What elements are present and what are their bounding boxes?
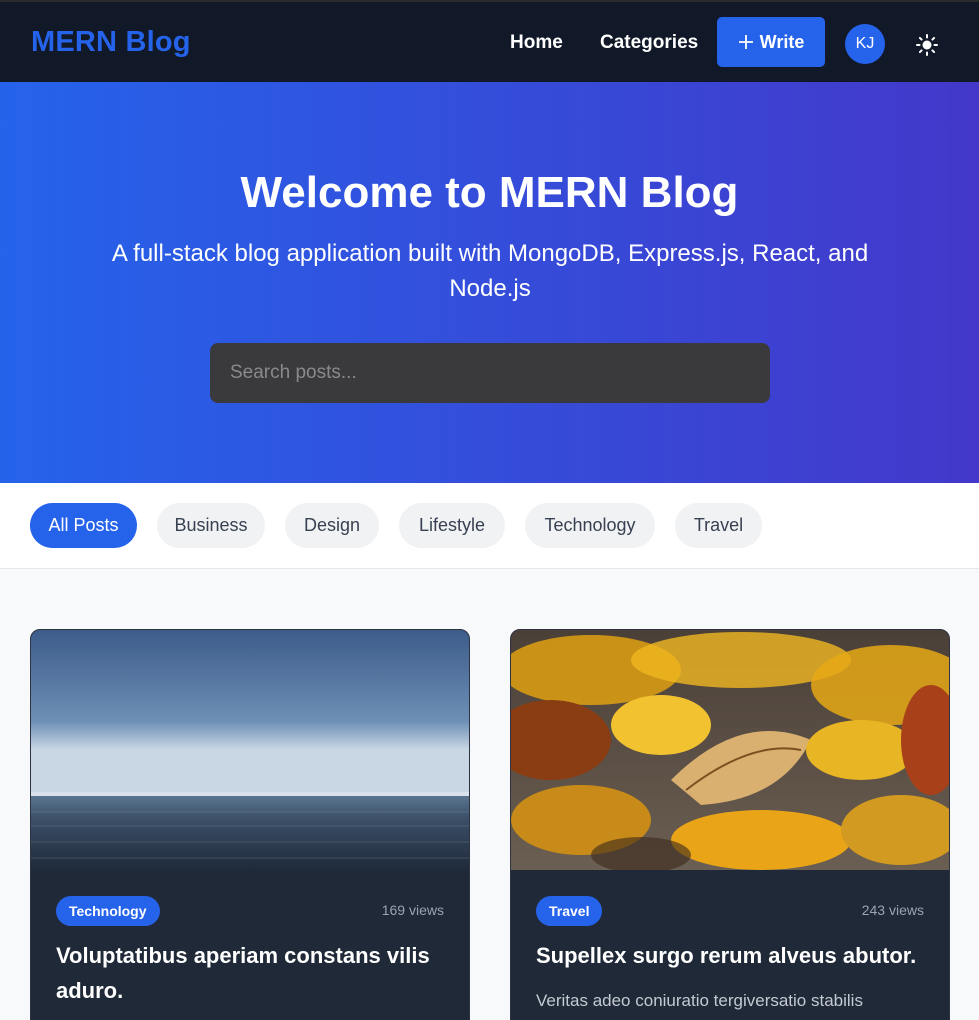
write-button-label: Write <box>759 31 805 52</box>
filter-design[interactable]: Design <box>285 503 379 548</box>
nav-link-categories[interactable]: Categories <box>600 32 698 54</box>
post-card[interactable]: Travel 243 views Supellex surgo rerum al… <box>510 629 950 1020</box>
theme-toggle-button[interactable] <box>915 33 939 57</box>
filter-all-posts[interactable]: All Posts <box>30 503 137 548</box>
category-badge[interactable]: Travel <box>536 896 603 926</box>
page: MERN Blog Home Categories Write KJ Welco… <box>0 0 979 1020</box>
user-avatar[interactable]: KJ <box>845 24 885 64</box>
filter-lifestyle[interactable]: Lifestyle <box>399 503 505 548</box>
filter-business[interactable]: Business <box>157 503 265 548</box>
filter-technology[interactable]: Technology <box>525 503 655 548</box>
search-input[interactable] <box>210 343 770 403</box>
category-badge[interactable]: Technology <box>56 896 160 926</box>
post-image-autumn-leaves <box>511 630 949 870</box>
post-excerpt: Veritas adeo coniuratio tergiversatio st… <box>536 991 863 1010</box>
sun-icon <box>915 34 939 61</box>
hero-subtitle: A full-stack blog application built with… <box>111 240 869 302</box>
post-title[interactable]: Voluptatibus aperiam constans vilis adur… <box>56 938 451 1008</box>
category-filter-bar: All Posts Business Design Lifestyle Tech… <box>0 483 979 569</box>
write-button[interactable]: Write <box>717 17 825 67</box>
filter-travel[interactable]: Travel <box>675 503 762 548</box>
hero-section: Welcome to MERN Blog A full-stack blog a… <box>0 82 979 483</box>
navbar: MERN Blog Home Categories Write KJ <box>0 0 979 82</box>
nav-link-home[interactable]: Home <box>510 32 563 54</box>
post-image-ocean-horizon <box>31 630 469 870</box>
post-card[interactable]: Technology 169 views Voluptatibus aperia… <box>30 629 470 1020</box>
view-count: 243 views <box>861 902 924 918</box>
hero-title: Welcome to MERN Blog <box>240 168 739 217</box>
view-count: 169 views <box>381 902 444 918</box>
plus-icon <box>738 34 754 50</box>
brand-logo[interactable]: MERN Blog <box>31 26 191 59</box>
post-title[interactable]: Supellex surgo rerum alveus abutor. <box>536 938 931 973</box>
